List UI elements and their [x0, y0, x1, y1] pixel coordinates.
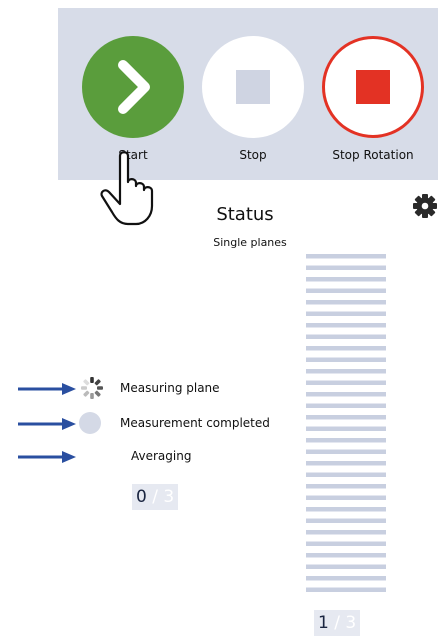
stop-rotation-circle[interactable]: [322, 36, 424, 138]
plane-bar: [306, 300, 386, 305]
plane-bar: [306, 472, 386, 477]
stop-rotation-square-icon: [356, 70, 390, 104]
averaging-separator: /: [152, 487, 158, 507]
plane-bar: [306, 495, 386, 500]
plane-bar: [306, 277, 386, 282]
arrow-right-icon: [18, 383, 76, 395]
planes-current: 1: [318, 613, 329, 633]
stop-label: Stop: [239, 148, 267, 162]
completed-dot-icon: [79, 412, 101, 434]
spinner-icon: [81, 377, 103, 399]
plane-bar: [306, 403, 386, 408]
measuring-label: Measuring plane: [120, 381, 220, 395]
stop-rotation-label: Stop Rotation: [332, 148, 414, 162]
plane-bar: [306, 357, 386, 362]
chevron-right-icon: [118, 60, 150, 114]
plane-bar: [306, 288, 386, 293]
plane-bar: [306, 484, 386, 489]
arrow-right-icon: [18, 418, 76, 430]
plane-bar: [306, 541, 386, 546]
planes-total: 3: [345, 613, 357, 633]
plane-bar: [306, 426, 386, 431]
pointer-hand-icon: [100, 151, 154, 226]
plane-bar: [306, 530, 386, 535]
plane-bar: [306, 576, 386, 581]
plane-bar: [306, 461, 386, 466]
gear-icon[interactable]: [412, 193, 438, 219]
plane-bar: [306, 334, 386, 339]
stop-rotation-button[interactable]: Stop Rotation: [318, 8, 428, 180]
plane-bar: [306, 392, 386, 397]
plane-bar: [306, 415, 386, 420]
averaging-label: Averaging: [131, 449, 192, 463]
plane-bar: [306, 369, 386, 374]
plane-bar: [306, 518, 386, 523]
planes-counter: 1 / 3: [314, 610, 361, 636]
plane-bar: [306, 449, 386, 454]
stop-square-icon: [236, 70, 270, 104]
legend-measuring: Measuring plane: [0, 376, 300, 400]
status-title: Status: [216, 204, 274, 225]
plane-bar: [306, 438, 386, 443]
planes-separator: /: [334, 613, 340, 633]
averaging-current: 0: [136, 487, 147, 507]
start-circle[interactable]: [82, 36, 184, 138]
status-subtitle: Single planes: [213, 236, 287, 249]
plane-bar: [306, 323, 386, 328]
arrow-right-icon: [18, 451, 76, 463]
plane-stack: [306, 254, 386, 592]
completed-label: Measurement completed: [120, 416, 270, 430]
averaging-counter: 0 / 3: [132, 484, 179, 510]
averaging-total: 3: [163, 487, 175, 507]
plane-bar: [306, 380, 386, 385]
plane-bar: [306, 311, 386, 316]
plane-bar: [306, 254, 386, 259]
plane-bar: [306, 564, 386, 569]
plane-bar: [306, 265, 386, 270]
plane-bar: [306, 507, 386, 512]
plane-bar: [306, 553, 386, 558]
legend-completed: Measurement completed: [0, 411, 300, 435]
legend-averaging: Averaging: [0, 444, 300, 468]
stop-circle[interactable]: [202, 36, 304, 138]
plane-bar: [306, 587, 386, 592]
plane-bar: [306, 346, 386, 351]
stop-button[interactable]: Stop: [198, 8, 308, 180]
